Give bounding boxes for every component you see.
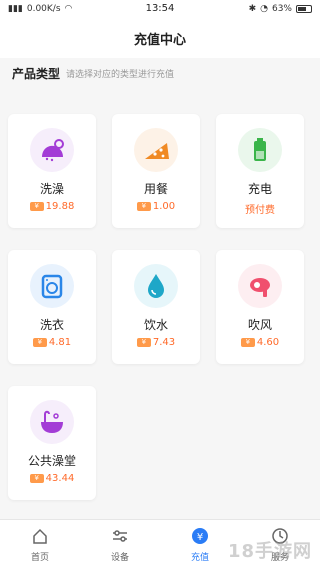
bottom-tab-bar: 首页 设备 ¥ 充值 服务 bbox=[0, 519, 320, 569]
hair-dryer-icon bbox=[238, 264, 282, 308]
recharge-icon: ¥ bbox=[191, 527, 209, 548]
sliders-icon bbox=[111, 527, 129, 548]
battery-icon bbox=[296, 5, 312, 13]
tab-label: 设备 bbox=[110, 552, 129, 563]
price-value: 19.88 bbox=[45, 201, 75, 212]
bluetooth-icon: ✱ bbox=[248, 4, 257, 14]
battery-icon bbox=[238, 128, 282, 172]
price-value: 4.60 bbox=[256, 337, 280, 348]
product-price: ¥4.60 bbox=[240, 337, 280, 348]
product-name: 洗澡 bbox=[39, 182, 64, 196]
battery-percent: 63% bbox=[271, 4, 292, 14]
currency-badge: ¥ bbox=[29, 202, 44, 211]
currency-badge: ¥ bbox=[136, 338, 151, 347]
price-value: 4.81 bbox=[48, 337, 72, 348]
product-price: ¥1.00 bbox=[136, 201, 176, 212]
user-icon bbox=[271, 527, 289, 548]
wifi-icon: ◠ bbox=[64, 4, 73, 14]
section-hint: 请选择对应的类型进行充值 bbox=[66, 69, 175, 80]
tab-label: 首页 bbox=[30, 552, 49, 563]
product-card[interactable]: 饮水 ¥7.43 bbox=[112, 250, 200, 364]
section-header: 产品类型 请选择对应的类型进行充值 bbox=[0, 58, 320, 88]
mute-icon: ◔ bbox=[260, 4, 268, 14]
status-bar: ▮▮▮ 0.00K/s ◠ ✱ ◔ 63% bbox=[0, 0, 320, 18]
price-value: 7.43 bbox=[152, 337, 176, 348]
product-name: 饮水 bbox=[143, 318, 168, 332]
washer-icon bbox=[30, 264, 74, 308]
product-price: ¥4.81 bbox=[32, 337, 72, 348]
product-card[interactable]: 洗衣 ¥4.81 bbox=[8, 250, 96, 364]
network-speed: 0.00K/s bbox=[26, 4, 61, 14]
home-icon bbox=[31, 527, 49, 548]
product-price: ¥43.44 bbox=[29, 473, 75, 484]
page-title: 充值中心 bbox=[133, 32, 186, 48]
product-name: 充电 bbox=[247, 182, 272, 196]
section-title: 产品类型 bbox=[12, 66, 61, 81]
signal-icon: ▮▮▮ bbox=[8, 4, 23, 14]
product-card[interactable]: 吹风 ¥4.60 bbox=[216, 250, 304, 364]
product-card[interactable]: 用餐 ¥1.00 bbox=[112, 114, 200, 228]
page-header: 充值中心 bbox=[0, 18, 320, 58]
tab-label: 充值 bbox=[190, 552, 209, 563]
product-card[interactable]: 充电 预付费 bbox=[216, 114, 304, 228]
price-value: 43.44 bbox=[45, 473, 75, 484]
tab-recharge[interactable]: ¥ 充值 bbox=[160, 520, 240, 569]
product-name: 用餐 bbox=[143, 182, 168, 196]
product-card[interactable]: 公共澡堂 ¥43.44 bbox=[8, 386, 96, 500]
bathtub-icon bbox=[30, 400, 74, 444]
product-price: ¥19.88 bbox=[29, 201, 75, 212]
product-price: 预付费 bbox=[245, 205, 275, 216]
product-card[interactable]: 洗澡 ¥19.88 bbox=[8, 114, 96, 228]
tab-home[interactable]: 首页 bbox=[0, 520, 80, 569]
water-drop-icon bbox=[134, 264, 178, 308]
product-name: 吹风 bbox=[247, 318, 272, 332]
product-name: 公共澡堂 bbox=[27, 454, 76, 468]
product-name: 洗衣 bbox=[39, 318, 64, 332]
tab-sliders[interactable]: 设备 bbox=[80, 520, 160, 569]
shower-icon bbox=[30, 128, 74, 172]
tab-label: 服务 bbox=[270, 552, 289, 563]
price-value: 1.00 bbox=[152, 201, 176, 212]
svg-text:¥: ¥ bbox=[197, 532, 203, 543]
meal-icon bbox=[134, 128, 178, 172]
product-price: ¥7.43 bbox=[136, 337, 176, 348]
tab-user[interactable]: 服务 bbox=[240, 520, 320, 569]
currency-badge: ¥ bbox=[32, 338, 47, 347]
currency-badge: ¥ bbox=[240, 338, 255, 347]
currency-badge: ¥ bbox=[29, 474, 44, 483]
currency-badge: ¥ bbox=[136, 202, 151, 211]
